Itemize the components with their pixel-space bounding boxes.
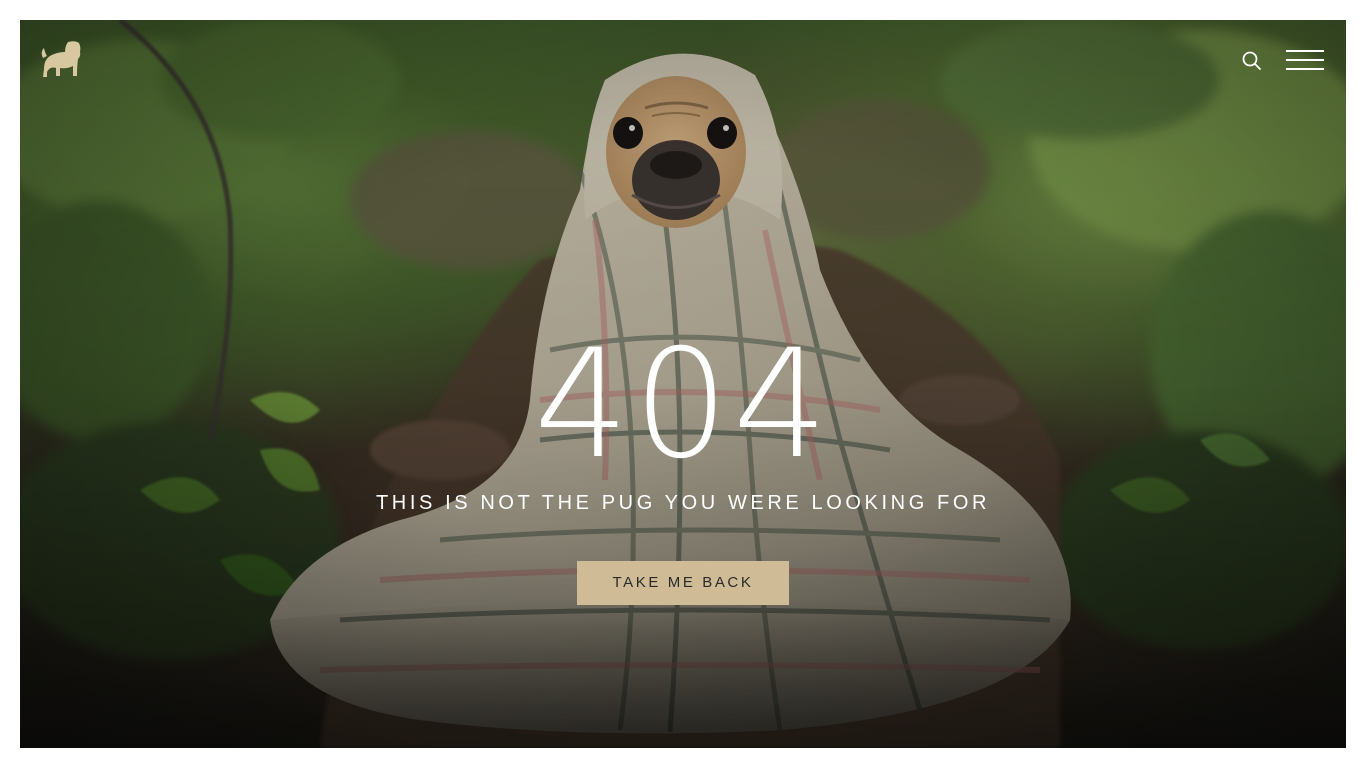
- take-me-back-button[interactable]: TAKE ME BACK: [577, 561, 789, 605]
- error-content: 404 THIS IS NOT THE PUG YOU WERE LOOKING…: [20, 330, 1346, 605]
- menu-line-top: [1286, 50, 1324, 52]
- menu-line-bottom: [1286, 68, 1324, 70]
- pug-logo-icon[interactable]: [40, 38, 84, 82]
- hamburger-menu-icon[interactable]: [1286, 47, 1326, 73]
- search-icon[interactable]: [1240, 49, 1264, 73]
- page-frame: 404 THIS IS NOT THE PUG YOU WERE LOOKING…: [20, 20, 1346, 748]
- error-code: 404: [533, 318, 833, 492]
- error-message: THIS IS NOT THE PUG YOU WERE LOOKING FOR: [375, 492, 991, 514]
- menu-line-middle: [1286, 59, 1324, 61]
